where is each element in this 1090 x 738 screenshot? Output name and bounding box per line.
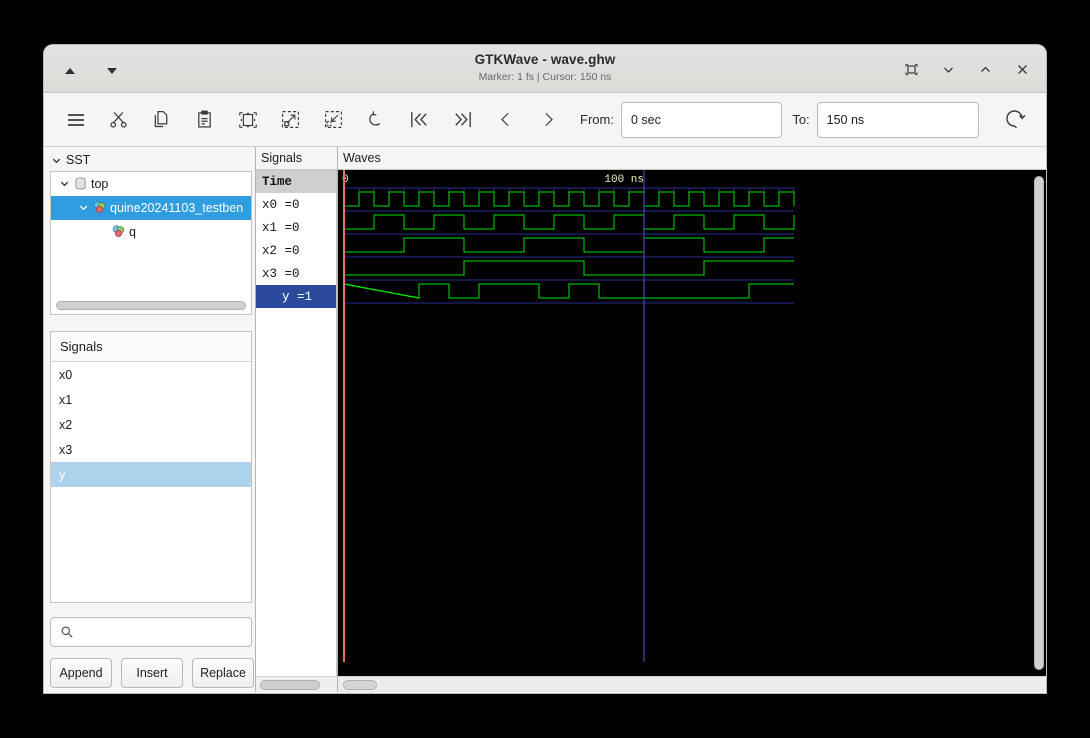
chevron-down-icon[interactable] bbox=[78, 202, 89, 213]
restore-window-icon[interactable] bbox=[899, 57, 923, 81]
gtkwave-window: GTKWave - wave.ghw Marker: 1 fs | Cursor… bbox=[44, 45, 1046, 693]
wave-names-hscroll-thumb[interactable] bbox=[260, 680, 320, 690]
wave-name-row[interactable]: x3 =0 bbox=[256, 262, 336, 285]
module-icon bbox=[75, 177, 86, 190]
wave-names-header: Signals bbox=[261, 151, 302, 165]
zoom-out-icon[interactable] bbox=[312, 100, 355, 140]
wave-name-row[interactable]: x2 =0 bbox=[256, 239, 336, 262]
replace-button[interactable]: Replace bbox=[192, 658, 254, 688]
waves-hscroll-track[interactable] bbox=[338, 676, 1046, 692]
main-toolbar: From: 0 sec To: 150 ns bbox=[44, 93, 1046, 147]
next-edge-icon[interactable] bbox=[527, 100, 570, 140]
instance-icon bbox=[93, 201, 106, 214]
chevron-down-icon[interactable] bbox=[59, 178, 70, 189]
window-title: GTKWave - wave.ghw bbox=[474, 52, 616, 67]
sst-node-label: q bbox=[129, 224, 136, 239]
sst-node-label: top bbox=[91, 176, 109, 191]
wave-trace-y bbox=[343, 283, 794, 299]
search-input[interactable] bbox=[50, 616, 252, 647]
from-label: From: bbox=[580, 112, 614, 127]
wave-trace-x1 bbox=[344, 214, 795, 230]
waves-header: Waves bbox=[343, 151, 381, 165]
hamburger-menu-icon[interactable] bbox=[54, 100, 97, 140]
sst-node-label: quine20241103_testben bbox=[110, 200, 244, 215]
chevron-down-icon bbox=[52, 158, 61, 164]
wave-names-panel: Signals Time x0 =0 x1 =0 x2 =0 x3 =0 y =1 bbox=[255, 147, 337, 692]
cut-scissors-icon[interactable] bbox=[97, 100, 140, 140]
to-time-input[interactable]: 150 ns bbox=[816, 101, 979, 138]
waves-vscrollbar[interactable] bbox=[1034, 176, 1044, 670]
time-axis-tick-label: 100 ns bbox=[604, 174, 644, 186]
instance-icon bbox=[112, 225, 125, 238]
marker-cursor-status: Marker: 1 fs | Cursor: 150 ns bbox=[478, 71, 612, 83]
search-text-field[interactable] bbox=[80, 624, 251, 639]
previous-edge-icon[interactable] bbox=[484, 100, 527, 140]
wave-names-list[interactable]: Time x0 =0 x1 =0 x2 =0 x3 =0 y =1 bbox=[256, 169, 337, 676]
paste-clipboard-icon[interactable] bbox=[183, 100, 226, 140]
waveform-drawing: 0 100 ns bbox=[342, 170, 795, 662]
signal-list-item[interactable]: x1 bbox=[51, 387, 251, 412]
signal-list-item[interactable]: x2 bbox=[51, 412, 251, 437]
wave-name-row[interactable]: x0 =0 bbox=[256, 193, 336, 216]
go-to-start-icon[interactable] bbox=[398, 100, 441, 140]
signal-list-body[interactable]: x0 x1 x2 x3 y bbox=[51, 362, 251, 601]
sst-tree[interactable]: top quine20241103_testbenq bbox=[50, 170, 252, 316]
waveform-canvas[interactable]: 0 100 ns bbox=[338, 169, 1046, 676]
sst-header-label: SST bbox=[66, 153, 91, 168]
signal-action-buttons: Append Insert Replace bbox=[50, 658, 254, 688]
zoom-fit-icon[interactable] bbox=[226, 100, 269, 140]
from-time-input[interactable]: 0 sec bbox=[620, 101, 783, 138]
copy-icon[interactable] bbox=[140, 100, 183, 140]
to-label: To: bbox=[792, 112, 810, 127]
signal-list-header: Signals bbox=[51, 332, 251, 363]
wave-name-row[interactable]: y =1 bbox=[256, 285, 336, 308]
search-icon bbox=[61, 626, 73, 638]
insert-button[interactable]: Insert bbox=[121, 658, 183, 688]
sst-header[interactable]: SST bbox=[50, 151, 252, 170]
sst-tree-node[interactable]: quine20241103_testben bbox=[51, 195, 251, 220]
go-to-end-icon[interactable] bbox=[441, 100, 484, 140]
zoom-in-icon[interactable] bbox=[269, 100, 312, 140]
wave-trace-x3 bbox=[344, 260, 794, 276]
reload-icon[interactable] bbox=[993, 100, 1036, 140]
left-panel: SST top quine20241103_testbenq Signals x0… bbox=[44, 147, 255, 692]
signal-list-panel: Signals x0 x1 x2 x3 y bbox=[50, 331, 252, 603]
undo-icon[interactable] bbox=[355, 100, 398, 140]
wave-names-hscroll-track[interactable] bbox=[256, 676, 337, 692]
signal-list-item[interactable]: x0 bbox=[51, 362, 251, 387]
waves-panel: Waves 0 100 ns bbox=[337, 147, 1046, 692]
time-axis-tick-label: 0 bbox=[342, 174, 349, 186]
time-row-label: Time bbox=[256, 170, 336, 193]
wave-name-row[interactable]: x1 =0 bbox=[256, 216, 336, 239]
wave-trace-x2 bbox=[344, 237, 794, 253]
sst-tree-hscrollbar[interactable] bbox=[56, 301, 246, 311]
window-controls bbox=[899, 57, 1034, 81]
sst-tree-node[interactable]: q bbox=[51, 220, 251, 244]
main-body: SST top quine20241103_testbenq Signals x0… bbox=[44, 147, 1046, 692]
wave-trace-x0 bbox=[344, 191, 795, 207]
close-icon[interactable] bbox=[1010, 57, 1034, 81]
sst-tree-node[interactable]: top bbox=[51, 172, 251, 196]
chevron-down-icon[interactable] bbox=[936, 57, 960, 81]
signal-list-item[interactable]: x3 bbox=[51, 437, 251, 462]
waves-hscroll-thumb[interactable] bbox=[343, 680, 377, 690]
signal-list-item[interactable]: y bbox=[51, 462, 251, 488]
title-bar: GTKWave - wave.ghw Marker: 1 fs | Cursor… bbox=[44, 45, 1046, 93]
chevron-up-icon[interactable] bbox=[973, 57, 997, 81]
append-button[interactable]: Append bbox=[50, 658, 112, 688]
